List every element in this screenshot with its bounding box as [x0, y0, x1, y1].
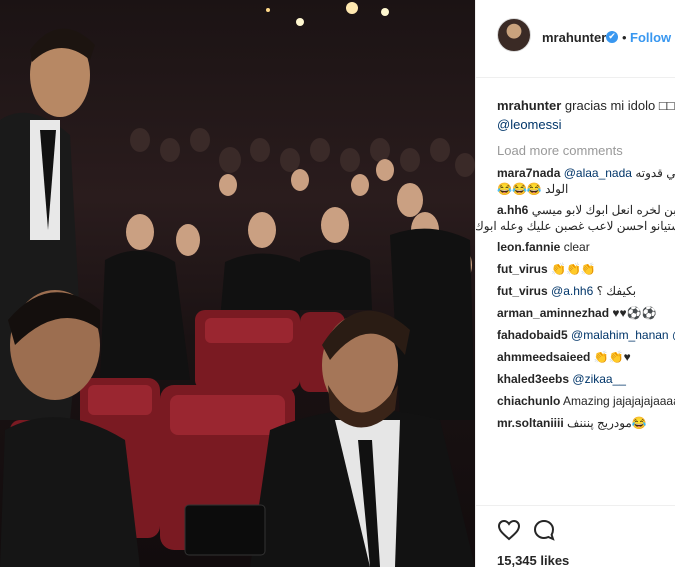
comment-text: clear	[563, 240, 590, 254]
comment-username[interactable]: mara7nada	[497, 166, 560, 180]
post-photo[interactable]	[0, 0, 475, 567]
stage-light	[346, 2, 358, 14]
comment-item: fut_virus @a.hh6 بكيفك ؟	[497, 283, 675, 300]
comment-username[interactable]: chiachunlo	[497, 394, 560, 408]
comment-username[interactable]: fut_virus	[497, 284, 548, 298]
separator-dot: •	[622, 30, 627, 45]
comment-text: Amazing jajajajajaaaa	[563, 394, 675, 408]
stage-light	[381, 8, 389, 16]
comment-mention[interactable]: @zikaa__	[572, 372, 626, 386]
comment-item: mr.soltaniiii مودريج پنننف😂	[497, 415, 675, 432]
comment-text: مودريج پنننف😂	[567, 416, 647, 430]
header-username[interactable]: mrahunter	[542, 30, 606, 45]
comment-mention[interactable]: @a.hh6	[551, 284, 593, 298]
comment-item: fahadobaid5 @malahim_hanan @	[497, 327, 675, 344]
stage-light	[266, 8, 270, 12]
caption-username[interactable]: mrahunter	[497, 98, 561, 113]
photo-scene	[0, 2, 475, 567]
comment-item: khaled3eebs @zikaa__	[497, 371, 675, 388]
post-side-panel: mrahunter ✔ • Follow mrahunter gracias m…	[475, 0, 675, 567]
post-actions: 15,345 likes	[476, 505, 675, 567]
comment-username[interactable]: fut_virus	[497, 262, 548, 276]
comment-username[interactable]: mr.soltaniiii	[497, 416, 564, 430]
load-more-comments[interactable]: Load more comments	[497, 142, 675, 160]
likes-count[interactable]: 15,345 likes	[497, 553, 569, 567]
comment-text: وابوك ابن لخره انعل ابوك لابو ميسي	[531, 203, 675, 217]
comment-item: leon.fannie clear	[497, 239, 675, 256]
comment-text: ميسي قدوته	[635, 166, 675, 180]
comment-username[interactable]: arman_aminnezhad	[497, 306, 609, 320]
post-caption: mrahunter gracias mi idolo □□♥ @leomessi	[497, 96, 675, 134]
caption-text: gracias mi idolo □□♥	[564, 98, 675, 113]
comment-text-line2: رستيانو احسن لاعب غصبن عليك وعله ابوك	[475, 219, 675, 233]
comment-icon[interactable]	[532, 518, 556, 542]
comment-item: arman_aminnezhad ♥♥⚽⚽	[497, 305, 675, 322]
award-box	[184, 504, 266, 556]
follow-button[interactable]: Follow	[630, 30, 671, 45]
comment-username[interactable]: a.hh6	[497, 203, 528, 217]
comment-item: fut_virus 👏👏👏	[497, 261, 675, 278]
stage-light	[296, 18, 304, 26]
comment-text: 👏👏♥	[593, 350, 631, 364]
comment-text: ♥♥⚽⚽	[612, 306, 657, 320]
comments-list: mrahunter gracias mi idolo □□♥ @leomessi…	[475, 96, 675, 432]
comment-text: بكيفك ؟	[596, 284, 637, 298]
comment-item: ahmmeedsaieed 👏👏♥	[497, 349, 675, 366]
caption-mention[interactable]: @leomessi	[497, 117, 562, 132]
comment-mention[interactable]: @alaa_nada	[564, 166, 632, 180]
comment-item: mara7nada @alaa_nada ميسي قدوته الولد 😂😂…	[497, 165, 675, 197]
comment-username[interactable]: khaled3eebs	[497, 372, 569, 386]
comment-username[interactable]: fahadobaid5	[497, 328, 568, 342]
comment-item: a.hh6 وابوك ابن لخره انعل ابوك لابو ميسي…	[475, 202, 675, 234]
comment-text: 👏👏👏	[551, 262, 596, 276]
comment-item: chiachunlo Amazing jajajajajaaaa	[497, 393, 675, 410]
comment-username[interactable]: leon.fannie	[497, 240, 560, 254]
heart-icon[interactable]	[497, 518, 521, 542]
user-avatar[interactable]	[497, 18, 531, 52]
comment-username[interactable]: ahmmeedsaieed	[497, 350, 590, 364]
post-header: mrahunter ✔ • Follow	[476, 0, 675, 78]
comment-text-line2: الولد 😂😂😂	[497, 182, 569, 196]
child-suit	[0, 417, 140, 567]
verified-badge-icon: ✔	[606, 31, 618, 43]
comment-mention[interactable]: @malahim_hanan	[571, 328, 669, 342]
